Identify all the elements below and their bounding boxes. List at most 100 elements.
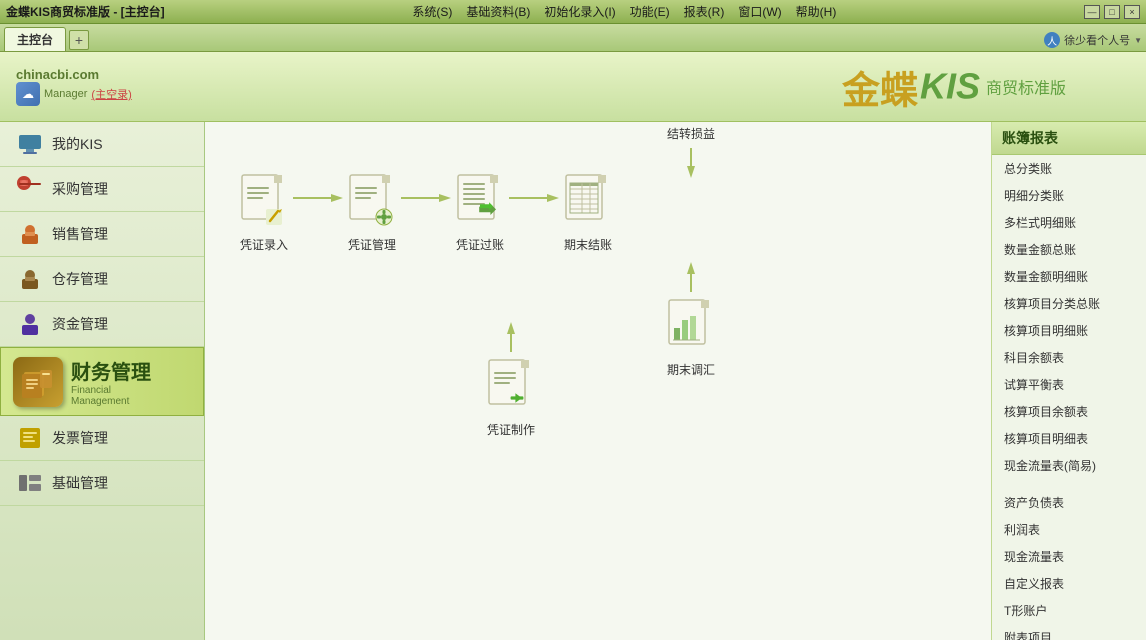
system-menu: 系统(S) 基础资料(B) 初始化录入(I) 功能(E) 报表(R) 窗口(W)… [412, 3, 836, 20]
report-item-7[interactable]: 科目余额表 [992, 344, 1146, 371]
report-item-15[interactable]: 现金流量表 [992, 543, 1146, 570]
report-item-11[interactable]: 现金流量表(简易) [992, 452, 1146, 479]
settings-icon [16, 469, 44, 497]
voucher-make-label: 凭证制作 [487, 421, 535, 438]
arrow-2 [401, 188, 451, 208]
report-item-6[interactable]: 核算项目明细账 [992, 317, 1146, 344]
flow-voucher-entry[interactable]: 凭证录入 [235, 172, 293, 253]
voucher-manage-icon [343, 172, 401, 230]
menu-window[interactable]: 窗口(W) [738, 3, 781, 20]
sidebar-item-purchase[interactable]: 采购管理 [0, 167, 204, 212]
report-item-9[interactable]: 核算项目余额表 [992, 398, 1146, 425]
sidebar-label-sales: 销售管理 [52, 224, 108, 244]
capital-icon [16, 310, 44, 338]
menu-function[interactable]: 功能(E) [630, 3, 670, 20]
sidebar-item-my-kis[interactable]: 我的KIS [0, 122, 204, 167]
sales-icon [16, 220, 44, 248]
financial-text: 财务管理 Financial Management [71, 356, 151, 407]
report-item-4[interactable]: 数量金额明细账 [992, 263, 1146, 290]
financial-subtitle1: Financial [71, 385, 151, 396]
report-item-10[interactable]: 核算项目明细表 [992, 425, 1146, 452]
sidebar-item-warehouse[interactable]: 仓存管理 [0, 257, 204, 302]
sidebar-item-basic[interactable]: 基础管理 [0, 461, 204, 506]
sidebar-label-my-kis: 我的KIS [52, 134, 103, 154]
logo-area: chinacbi.com ☁ Manager (主空录) [16, 67, 132, 106]
sidebar-label-invoice: 发票管理 [52, 428, 108, 448]
voucher-entry-label: 凭证录入 [240, 236, 288, 253]
cart-icon [16, 175, 44, 203]
report-item-14[interactable]: 利润表 [992, 516, 1146, 543]
username-label: 徐少看个人号 [1064, 32, 1130, 48]
warehouse-icon [16, 265, 44, 293]
tabbar: 主控台 + 人 徐少看个人号 ▼ [0, 24, 1146, 52]
monitor-icon [16, 130, 44, 158]
report-item-18[interactable]: 附表项目 [992, 624, 1146, 640]
content-area: 凭证录入 [205, 122, 991, 640]
sidebar-item-capital[interactable]: 资金管理 [0, 302, 204, 347]
menu-report[interactable]: 报表(R) [684, 3, 725, 20]
tab-main-console[interactable]: 主控台 [4, 27, 66, 51]
voucher-post-label: 凭证过账 [456, 236, 504, 253]
carry-profit-label: 结转损益 [667, 125, 715, 142]
manager-line: ☁ Manager (主空录) [16, 82, 132, 106]
manager-label: Manager [44, 88, 87, 100]
report-item-16[interactable]: 自定义报表 [992, 570, 1146, 597]
manager-icon: ☁ [16, 82, 40, 106]
voucher-entry-icon [235, 172, 293, 230]
flow-voucher-manage[interactable]: 凭证管理 [343, 172, 401, 253]
panel-divider [992, 479, 1146, 489]
report-item-5[interactable]: 核算项目分类总账 [992, 290, 1146, 317]
report-item-13[interactable]: 资产负债表 [992, 489, 1146, 516]
sidebar-label-warehouse: 仓存管理 [52, 269, 108, 289]
report-item-0[interactable]: 总分类账 [992, 155, 1146, 182]
sidebar-item-sales[interactable]: 销售管理 [0, 212, 204, 257]
manager-link[interactable]: (主空录) [91, 86, 131, 102]
period-close-label: 期末结账 [564, 236, 612, 253]
panel-title: 账簿报表 [992, 122, 1146, 155]
flow-voucher-post[interactable]: 凭证过账 [451, 172, 509, 253]
site-name: chinacbi.com [16, 67, 132, 82]
report-item-1[interactable]: 明细分类账 [992, 182, 1146, 209]
period-adjust-icon [665, 298, 717, 357]
menu-init[interactable]: 初始化录入(I) [544, 3, 615, 20]
arrow-1 [293, 188, 343, 208]
voucher-manage-label: 凭证管理 [348, 236, 396, 253]
report-item-17[interactable]: T形账户 [992, 597, 1146, 624]
brand-logo: 金蝶 KIS 商贸标准版 [842, 59, 1066, 114]
financial-icon [13, 357, 63, 407]
period-close-icon [559, 172, 617, 230]
flow-voucher-make[interactable]: 凭证制作 [485, 322, 537, 438]
sidebar-label-capital: 资金管理 [52, 314, 108, 334]
close-button[interactable]: × [1124, 5, 1140, 19]
flow-period-adjust[interactable]: 期末调汇 [665, 262, 717, 378]
menu-system[interactable]: 系统(S) [412, 3, 452, 20]
titlebar: 金蝶KIS商贸标准版 - [主控台] 系统(S) 基础资料(B) 初始化录入(I… [0, 0, 1146, 24]
report-item-2[interactable]: 多栏式明细账 [992, 209, 1146, 236]
financial-subtitle2: Management [71, 396, 151, 407]
user-avatar-icon: 人 [1044, 32, 1060, 48]
sidebar-item-invoice[interactable]: 发票管理 [0, 416, 204, 461]
window-controls: — □ × [1084, 5, 1140, 19]
sidebar-label-purchase: 采购管理 [52, 179, 108, 199]
user-dropdown-icon[interactable]: ▼ [1134, 36, 1142, 45]
flow-period-close[interactable]: 期末结账 [559, 172, 617, 253]
brand-kis: KIS [920, 66, 980, 108]
report-item-8[interactable]: 试算平衡表 [992, 371, 1146, 398]
user-info: 人 徐少看个人号 ▼ [1044, 32, 1142, 48]
invoice-icon [16, 424, 44, 452]
sidebar-label-basic: 基础管理 [52, 473, 108, 493]
sidebar-item-financial[interactable]: 财务管理 Financial Management [0, 347, 204, 416]
maximize-button[interactable]: □ [1104, 5, 1120, 19]
app-title: 金蝶KIS商贸标准版 - [主控台] [6, 3, 165, 20]
menu-help[interactable]: 帮助(H) [796, 3, 837, 20]
minimize-button[interactable]: — [1084, 5, 1100, 19]
voucher-make-icon [485, 358, 537, 417]
flow-carry-profit[interactable]: 结转损益 [665, 122, 717, 178]
add-tab-button[interactable]: + [69, 30, 89, 50]
sidebar: 我的KIS 采购管理 销售管理 [0, 122, 205, 640]
brand-sub: 商贸标准版 [986, 75, 1066, 99]
period-adjust-label: 期末调汇 [667, 361, 715, 378]
header: chinacbi.com ☁ Manager (主空录) 金蝶 KIS 商贸标准… [0, 52, 1146, 122]
report-item-3[interactable]: 数量金额总账 [992, 236, 1146, 263]
menu-basic-data[interactable]: 基础资料(B) [466, 3, 530, 20]
